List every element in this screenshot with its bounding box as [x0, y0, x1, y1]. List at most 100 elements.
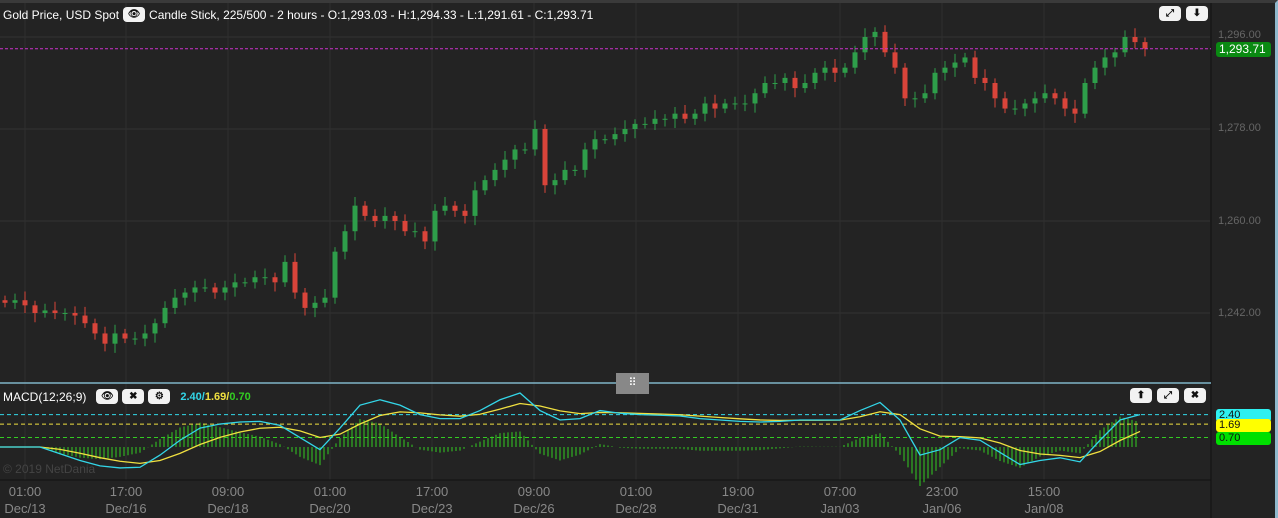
candle-body: [1142, 42, 1148, 49]
visibility-eye-icon[interactable]: 👁: [96, 389, 119, 404]
time-label: 07:00: [823, 484, 857, 499]
candle-body: [1062, 98, 1068, 109]
candle-body: [1112, 52, 1118, 58]
date-label: Dec/31: [717, 501, 759, 516]
time-label: 09:00: [211, 484, 245, 499]
candle-body: [82, 315, 88, 324]
time-tick: 09:00 Dec/26: [504, 483, 564, 517]
candle-body: [362, 205, 368, 216]
candle-body: [612, 134, 618, 140]
expand-icon[interactable]: ⤢: [1159, 6, 1181, 21]
candle-body: [202, 287, 208, 289]
time-label: 19:00: [721, 484, 755, 499]
macd-header: MACD(12;26;9) 👁 ✖ ⚙ 2.40/1.69/0.70: [3, 389, 251, 404]
candle-body: [892, 52, 898, 68]
candle-body: [782, 77, 788, 83]
candle-body: [682, 113, 688, 119]
price-tick: 1,296.00: [1218, 29, 1261, 41]
candle-body: [152, 323, 158, 334]
candle-body: [1032, 98, 1038, 104]
date-label: Jan/03: [820, 501, 860, 516]
candle-body: [242, 282, 248, 284]
date-label: Jan/06: [922, 501, 962, 516]
expand-icon[interactable]: ⤢: [1157, 388, 1179, 403]
candle-body: [632, 123, 638, 129]
candle-body: [922, 93, 928, 99]
hist-badge: 0.70: [1216, 432, 1271, 445]
close-icon[interactable]: ✖: [1184, 388, 1206, 403]
date-label: Dec/13: [4, 501, 46, 516]
candle-body: [592, 139, 598, 150]
candle-body: [462, 210, 468, 216]
candle-body: [2, 300, 8, 303]
visibility-eye-icon[interactable]: 👁: [123, 7, 146, 22]
date-label: Dec/28: [615, 501, 657, 516]
hist-value: 0.70: [229, 390, 251, 403]
candle-body: [572, 169, 578, 171]
date-label: Jan/08: [1024, 501, 1064, 516]
candle-body: [882, 31, 888, 53]
candle-body: [672, 113, 678, 119]
candle-body: [182, 292, 188, 298]
candle-body: [52, 310, 58, 313]
candle-body: [722, 103, 728, 109]
gear-icon[interactable]: ⚙: [148, 389, 171, 404]
signal-value: 1.69: [204, 390, 227, 403]
candle-body: [292, 261, 298, 293]
time-label: 01:00: [8, 484, 42, 499]
candle-body: [1072, 108, 1078, 114]
macd-label: MACD(12;26;9): [3, 389, 87, 404]
date-label: Dec/16: [105, 501, 147, 516]
time-tick: 09:00 Dec/18: [198, 483, 258, 517]
time-label: 17:00: [415, 484, 449, 499]
candle-body: [532, 129, 538, 150]
time-tick: 17:00 Dec/23: [402, 483, 462, 517]
candle-body: [792, 77, 798, 89]
candle-body: [652, 118, 658, 124]
candle-body: [982, 77, 988, 83]
candle-body: [932, 72, 938, 94]
candle-body: [92, 323, 98, 334]
candle-body: [392, 215, 398, 221]
price-tick: 1,278.00: [1218, 122, 1261, 134]
candle-body: [942, 67, 948, 73]
move-up-icon[interactable]: ⬆: [1130, 388, 1152, 403]
date-label: Dec/26: [513, 501, 555, 516]
time-tick: 23:00 Jan/06: [912, 483, 972, 517]
time-label: 09:00: [517, 484, 551, 499]
copyright: © 2019 NetDania: [3, 462, 96, 476]
date-label: Dec/23: [411, 501, 453, 516]
candle-body: [352, 205, 358, 232]
candle-body: [822, 67, 828, 73]
current-price-badge: 1,293.71: [1216, 42, 1271, 57]
candle-body: [952, 62, 958, 68]
candle-body: [872, 31, 878, 37]
candle-body: [72, 313, 78, 316]
time-label: 17:00: [109, 484, 143, 499]
ohlc-info: Candle Stick, 225/500 - 2 hours - O:1,29…: [149, 7, 594, 22]
candle-body: [1092, 67, 1098, 83]
chart-header: Gold Price, USD Spot 👁 Candle Stick, 225…: [3, 7, 593, 22]
candle-body: [992, 83, 998, 99]
candle-body: [912, 98, 918, 100]
main-panel-controls: ⤢ ⬇: [1159, 6, 1208, 21]
candle-body: [582, 149, 588, 170]
time-tick: 19:00 Dec/31: [708, 483, 768, 517]
candle-body: [602, 139, 608, 141]
time-label: 01:00: [313, 484, 347, 499]
candle-body: [302, 292, 308, 308]
candle-body: [432, 210, 438, 242]
candle-body: [122, 333, 128, 339]
candle-body: [562, 169, 568, 181]
candle-body: [312, 302, 318, 308]
date-label: Dec/20: [309, 501, 351, 516]
move-down-icon[interactable]: ⬇: [1186, 6, 1208, 21]
chart-canvas[interactable]: [0, 0, 1278, 518]
close-icon[interactable]: ✖: [122, 389, 145, 404]
signal-line: [0, 402, 1141, 465]
macd-panel-controls: ⬆ ⤢ ✖: [1130, 388, 1206, 403]
panel-resize-handle[interactable]: ⠿: [616, 373, 649, 394]
candle-body: [142, 333, 148, 339]
candle-body: [402, 221, 408, 232]
candle-body: [1132, 37, 1138, 43]
